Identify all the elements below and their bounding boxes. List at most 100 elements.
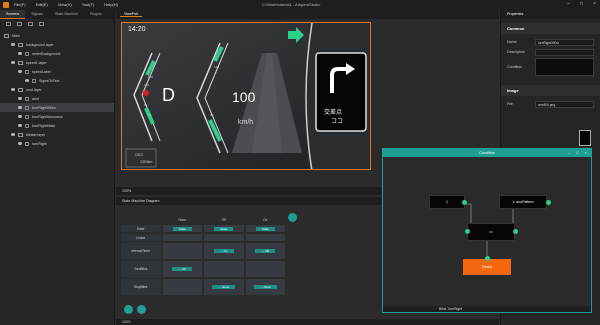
transition-cell[interactable] (161, 242, 203, 260)
visibility-icon[interactable] (18, 142, 22, 145)
transition-cell[interactable]: → On (161, 260, 203, 278)
transition-button[interactable]: → None (212, 285, 236, 289)
event-row-label[interactable]: StopBlink (120, 278, 162, 296)
transition-button[interactable]: State (214, 226, 234, 231)
state-column-header[interactable]: On (244, 215, 286, 224)
add-layer-icon[interactable] (17, 22, 22, 26)
transition-button[interactable]: → On (213, 249, 234, 253)
transition-cell[interactable]: State (203, 224, 245, 233)
event-row-label[interactable]: Enter (120, 224, 162, 233)
transition-button[interactable]: → Off (255, 249, 276, 253)
part-checkbox[interactable] (25, 105, 29, 110)
sm-zoom-level[interactable]: 100% (122, 320, 131, 324)
menu-file[interactable]: File(F) (14, 2, 26, 7)
menu-help[interactable]: Help(H) (104, 2, 118, 7)
transition-cell[interactable] (203, 260, 245, 278)
visibility-icon[interactable] (11, 88, 15, 91)
tree-item[interactable]: turnRight (0, 139, 114, 148)
description-field[interactable] (535, 48, 594, 56)
transition-cell[interactable] (203, 233, 245, 242)
visibility-icon[interactable] (18, 70, 22, 73)
menu-edit[interactable]: Edit(E) (36, 2, 48, 7)
visibility-icon[interactable] (18, 97, 22, 100)
visibility-icon[interactable] (18, 106, 22, 109)
add-part-icon[interactable] (28, 22, 33, 26)
transition-button[interactable]: State (172, 226, 192, 231)
minimize-icon[interactable]: – (567, 1, 570, 7)
tree-item[interactable]: SignalToText (0, 76, 114, 85)
tree-item[interactable]: background.layer (0, 40, 114, 49)
visibility-icon[interactable] (11, 133, 15, 136)
part-checkbox[interactable] (25, 96, 29, 101)
visibility-icon[interactable] (18, 115, 22, 118)
image-thumbnail[interactable] (579, 130, 591, 146)
transition-cell[interactable] (244, 260, 286, 278)
tree-item[interactable]: Main (0, 31, 114, 40)
menu-view[interactable]: View(V) (58, 2, 72, 7)
visibility-icon[interactable] (18, 124, 22, 127)
event-row-label[interactable]: IntervalTimer (120, 242, 162, 260)
tab-signals[interactable]: Signals (25, 10, 49, 19)
settings-button[interactable] (137, 305, 146, 314)
name-field[interactable]: turnRight300m (535, 38, 594, 46)
close-icon[interactable]: × (593, 1, 596, 7)
tree-item[interactable]: turnRightAnnounce (0, 112, 114, 121)
tab-screens[interactable]: Screens (0, 10, 26, 19)
cluster-screen[interactable]: 14:20 D 100 km/h 170 125 60 10 120 60 OD… (121, 22, 371, 170)
transition-cell[interactable]: State (161, 224, 203, 233)
add-state-button[interactable] (288, 213, 297, 222)
condition-preview[interactable] (535, 58, 594, 76)
part-checkbox[interactable] (25, 69, 29, 74)
port-out-a[interactable] (462, 200, 467, 205)
tree-item[interactable]: turnRightMake (0, 121, 114, 130)
condition-node-compare[interactable]: == (467, 223, 515, 241)
transition-cell[interactable] (161, 278, 203, 296)
part-checkbox[interactable] (25, 51, 29, 56)
event-row-label[interactable]: Leave (120, 233, 162, 242)
tab-plugins[interactable]: Plugins (84, 10, 108, 19)
tab-properties[interactable]: Properties (501, 10, 600, 19)
menu-tool[interactable]: Tool(T) (82, 2, 94, 7)
event-row-label[interactable]: TurnBlink (120, 260, 162, 278)
part-checkbox[interactable] (32, 78, 36, 83)
transition-button[interactable]: → On (172, 267, 193, 271)
part-checkbox[interactable] (25, 114, 29, 119)
tree-item[interactable]: alert (0, 94, 114, 103)
file-field[interactable]: arm300.png (535, 100, 594, 108)
maximize-icon[interactable]: □ (580, 1, 583, 7)
close-icon[interactable]: × (585, 150, 587, 155)
tree-item[interactable]: speedLabel (0, 67, 114, 76)
transition-button[interactable]: State (255, 226, 275, 231)
part-checkbox[interactable] (25, 141, 29, 146)
transition-cell[interactable] (244, 233, 286, 242)
tree-item[interactable]: cmd.layer (0, 85, 114, 94)
tab-state-machine[interactable]: State Machine (49, 10, 84, 19)
transition-cell[interactable]: State (244, 224, 286, 233)
tree-item[interactable]: speed1.layer (0, 58, 114, 67)
visibility-icon[interactable] (18, 52, 22, 55)
add-screen-icon[interactable] (6, 22, 11, 26)
port-out-compare[interactable] (513, 229, 518, 234)
transition-cell[interactable]: → On (203, 242, 245, 260)
part-checkbox[interactable] (25, 123, 29, 128)
tree-item[interactable]: meterBackground (0, 49, 114, 58)
transition-cell[interactable]: → None (244, 278, 286, 296)
tree-item[interactable]: turnRight300m (0, 103, 114, 112)
port-out-b[interactable] (546, 200, 551, 205)
port-in-result[interactable] (485, 256, 490, 261)
state-column-header[interactable]: Off (203, 215, 245, 224)
visibility-icon[interactable] (11, 43, 15, 46)
zoom-level[interactable]: 100% (122, 189, 131, 193)
condition-node-signal[interactable]: 1: ansPattern (499, 195, 547, 209)
visibility-icon[interactable] (25, 79, 29, 82)
add-event-button[interactable] (124, 305, 133, 314)
visibility-icon[interactable] (11, 61, 15, 64)
condition-node-value[interactable]: 1 (429, 195, 465, 209)
minimize-icon[interactable]: – (568, 150, 570, 155)
add-text-icon[interactable] (39, 22, 44, 26)
state-column-header[interactable]: None (161, 215, 203, 224)
maximize-icon[interactable]: □ (576, 150, 578, 155)
transition-cell[interactable]: → None (203, 278, 245, 296)
tree-item[interactable]: blinker.layer (0, 130, 114, 139)
transition-cell[interactable]: → Off (244, 242, 286, 260)
